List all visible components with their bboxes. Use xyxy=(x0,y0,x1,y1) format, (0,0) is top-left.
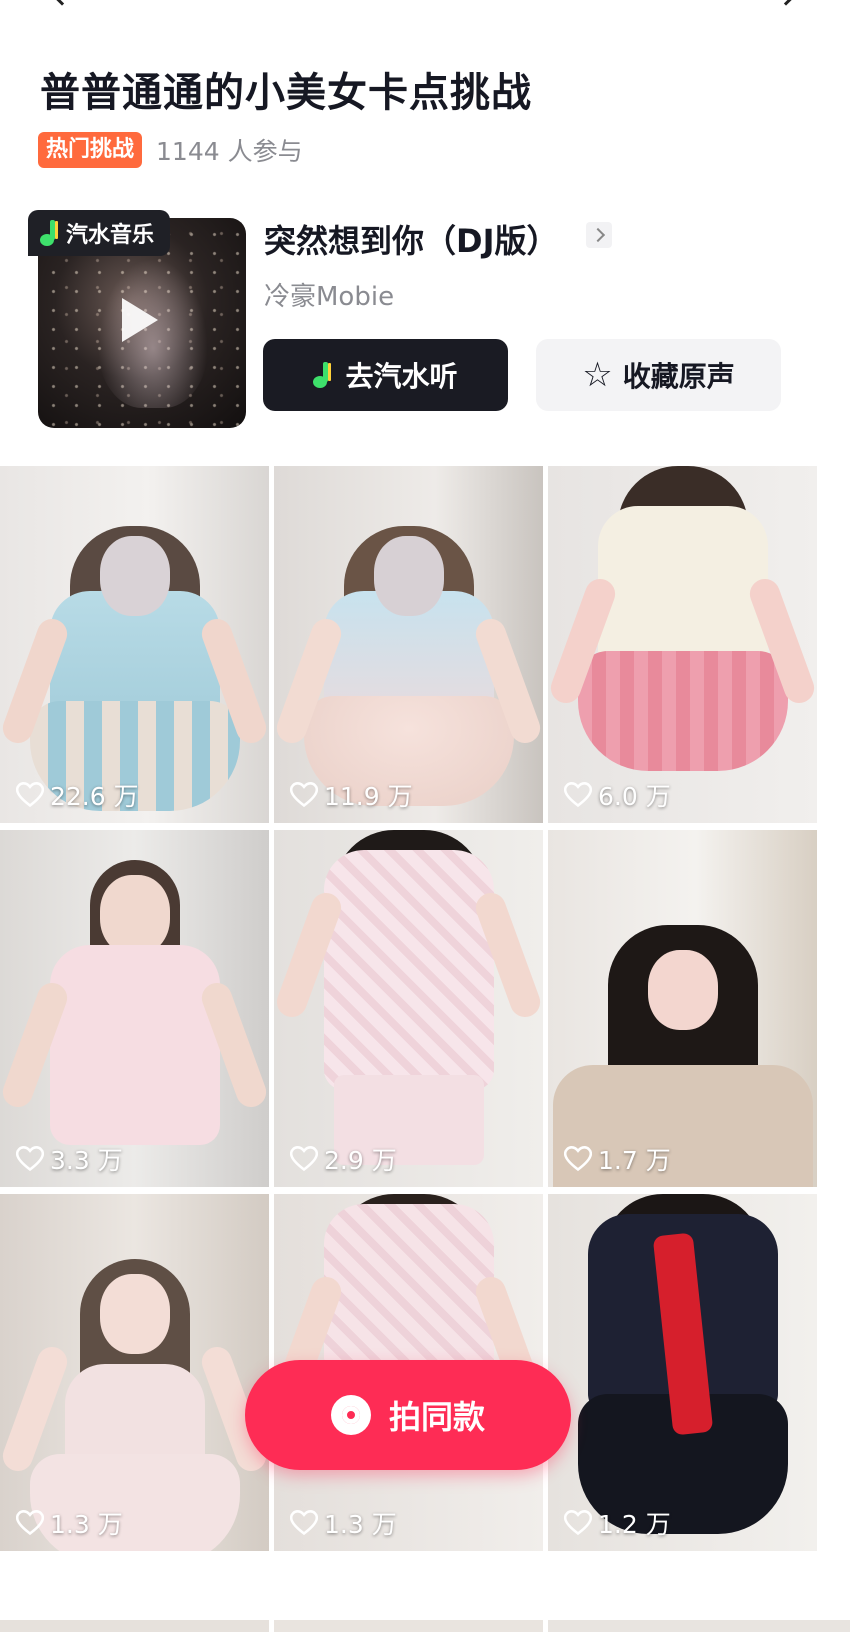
listen-button-label: 去汽水听 xyxy=(345,360,458,393)
play-icon[interactable] xyxy=(122,298,158,342)
heart-icon xyxy=(564,782,592,808)
music-app-badge: 汽水音乐 xyxy=(28,210,171,256)
favorite-button-label: 收藏原声 xyxy=(622,360,735,393)
like-count: 1.3 万 xyxy=(16,1505,123,1541)
like-count-text: 1.2 万 xyxy=(598,1510,671,1539)
like-count: 1.2 万 xyxy=(564,1505,671,1541)
next-row-peek xyxy=(0,1620,850,1632)
status-edge xyxy=(0,0,850,6)
song-artist: 冷豪Mobie xyxy=(264,282,395,312)
like-count-text: 6.0 万 xyxy=(598,782,671,811)
like-count: 2.9 万 xyxy=(290,1141,397,1177)
heart-icon xyxy=(564,1510,592,1536)
shoot-button-label: 拍同款 xyxy=(388,1398,485,1436)
camera-icon xyxy=(330,1395,371,1435)
heart-icon xyxy=(16,1510,44,1536)
heart-icon xyxy=(16,1146,44,1172)
hot-challenge-badge: 热门挑战 xyxy=(38,132,143,168)
video-tile[interactable]: 2.9 万 xyxy=(274,830,543,1187)
participant-count: 1144 人参与 xyxy=(156,137,303,166)
challenge-meta: 热门挑战 1144 人参与 xyxy=(38,132,303,168)
video-tile[interactable]: 1.3 万 xyxy=(0,1194,269,1551)
video-tile[interactable]: 3.3 万 xyxy=(0,830,269,1187)
like-count-text: 3.3 万 xyxy=(50,1146,123,1175)
like-count-text: 1.3 万 xyxy=(50,1510,123,1539)
shoot-same-button[interactable]: 拍同款 xyxy=(245,1360,571,1470)
like-count: 1.7 万 xyxy=(564,1141,671,1177)
heart-icon xyxy=(564,1146,592,1172)
song-title[interactable]: 突然想到你（DJ版） xyxy=(264,216,558,262)
heart-icon xyxy=(290,1510,318,1536)
video-tile[interactable]: 22.6 万 xyxy=(0,466,269,823)
like-count-text: 11.9 万 xyxy=(324,782,413,811)
music-note-icon xyxy=(40,220,60,246)
chevron-right-icon[interactable] xyxy=(586,222,612,248)
like-count: 1.3 万 xyxy=(290,1505,397,1541)
more-icon[interactable] xyxy=(780,0,792,6)
heart-icon xyxy=(16,782,44,808)
like-count: 3.3 万 xyxy=(16,1141,123,1177)
favorite-sound-button[interactable]: ☆ 收藏原声 xyxy=(536,339,781,411)
like-count: 11.9 万 xyxy=(290,777,413,813)
video-tile[interactable]: 11.9 万 xyxy=(274,466,543,823)
star-icon: ☆ xyxy=(582,355,613,395)
page-title: 普普通通的小美女卡点挑战 xyxy=(40,70,532,116)
heart-icon xyxy=(290,782,318,808)
video-tile[interactable]: 6.0 万 xyxy=(548,466,817,823)
back-icon[interactable] xyxy=(56,0,68,6)
like-count-text: 1.7 万 xyxy=(598,1146,671,1175)
music-note-icon xyxy=(313,362,333,388)
like-count-text: 22.6 万 xyxy=(50,782,139,811)
like-count: 6.0 万 xyxy=(564,777,671,813)
music-app-label: 汽水音乐 xyxy=(66,223,155,248)
video-tile[interactable]: 1.2 万 xyxy=(548,1194,817,1551)
like-count-text: 1.3 万 xyxy=(324,1510,397,1539)
video-tile[interactable]: 1.7 万 xyxy=(548,830,817,1187)
listen-in-app-button[interactable]: 去汽水听 xyxy=(263,339,508,411)
like-count: 22.6 万 xyxy=(16,777,139,813)
heart-icon xyxy=(290,1146,318,1172)
like-count-text: 2.9 万 xyxy=(324,1146,397,1175)
